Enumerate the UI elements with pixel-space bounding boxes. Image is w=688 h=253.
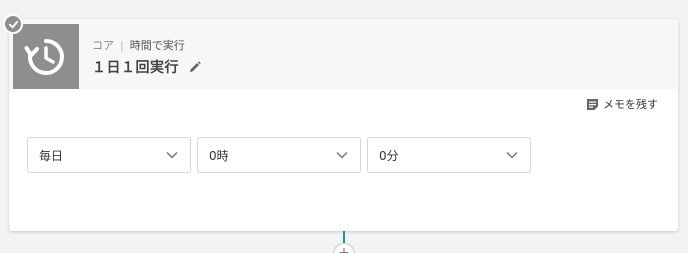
hour-select[interactable]: 0時 — [197, 137, 361, 173]
plus-icon: + — [338, 245, 350, 253]
breadcrumb: コア | 時間で実行 — [92, 37, 185, 53]
card-header: コア | 時間で実行 １日１回実行 — [9, 19, 678, 89]
trigger-card[interactable]: コア | 時間で実行 １日１回実行 メモを残す 毎日 0時 0分 — [9, 19, 678, 231]
trigger-type-label: 時間で実行 — [129, 39, 185, 52]
page: コア | 時間で実行 １日１回実行 メモを残す 毎日 0時 0分 + — [0, 0, 688, 253]
frequency-value: 毎日 — [39, 148, 64, 163]
chevron-down-icon — [336, 151, 348, 159]
page-title: １日１回実行 — [92, 60, 179, 76]
minute-select[interactable]: 0分 — [367, 137, 531, 173]
minute-value: 0分 — [379, 148, 399, 163]
chevron-down-icon — [166, 151, 178, 159]
flow-connector-line — [343, 231, 345, 243]
note-icon — [586, 98, 599, 111]
category-label: コア — [92, 39, 114, 52]
clock-rotate-icon — [13, 24, 79, 89]
pencil-icon[interactable] — [189, 61, 201, 73]
hour-value: 0時 — [209, 148, 229, 163]
chevron-down-icon — [506, 151, 518, 159]
memo-label: メモを残す — [603, 98, 658, 111]
memo-button[interactable]: メモを残す — [586, 96, 658, 112]
check-badge-icon — [3, 14, 23, 34]
breadcrumb-separator: | — [120, 38, 124, 52]
title-row: １日１回実行 — [92, 57, 201, 77]
frequency-select[interactable]: 毎日 — [27, 137, 191, 173]
add-step-button[interactable]: + — [333, 243, 355, 253]
